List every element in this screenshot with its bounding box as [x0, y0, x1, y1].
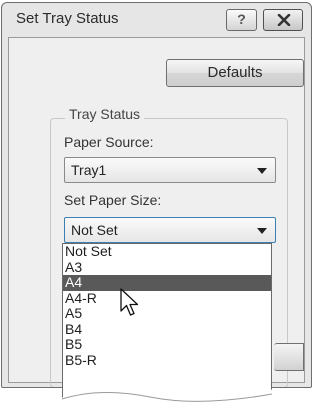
tray-status-group-title: Tray Status — [65, 106, 145, 122]
window-title: Set Tray Status — [16, 10, 119, 27]
list-item[interactable]: Not Set — [63, 244, 271, 260]
torn-edge — [0, 389, 314, 403]
paper-source-select[interactable]: Tray1 — [64, 157, 276, 183]
list-item[interactable]: B4 — [63, 321, 271, 338]
paper-source-value: Tray1 — [71, 162, 107, 178]
list-item[interactable]: A5 — [63, 305, 271, 322]
partially-hidden-button[interactable] — [274, 343, 304, 371]
defaults-button[interactable]: Defaults — [166, 59, 304, 87]
title-bar: Set Tray Status ? — [2, 3, 311, 37]
paper-size-dropdown-list[interactable]: Not Set A3 A4 A4-R A5 B4 B5 B5-R — [62, 243, 272, 403]
help-icon: ? — [237, 11, 246, 27]
paper-size-select[interactable]: Not Set — [64, 217, 276, 243]
paper-size-value: Not Set — [71, 222, 118, 238]
chevron-down-icon — [257, 228, 267, 234]
list-item[interactable]: B5-R — [63, 352, 271, 369]
list-item-selected[interactable]: A4 — [63, 274, 271, 291]
arrow-cursor-icon — [120, 288, 139, 316]
close-button[interactable] — [263, 9, 303, 31]
list-item[interactable]: B5 — [63, 336, 271, 353]
list-item[interactable]: A4-R — [63, 290, 271, 307]
chevron-down-icon — [257, 168, 267, 174]
help-button[interactable]: ? — [226, 9, 257, 31]
paper-size-label: Set Paper Size: — [64, 192, 162, 208]
paper-source-label: Paper Source: — [64, 134, 154, 150]
close-icon — [277, 14, 291, 26]
list-item[interactable]: A3 — [63, 259, 271, 276]
